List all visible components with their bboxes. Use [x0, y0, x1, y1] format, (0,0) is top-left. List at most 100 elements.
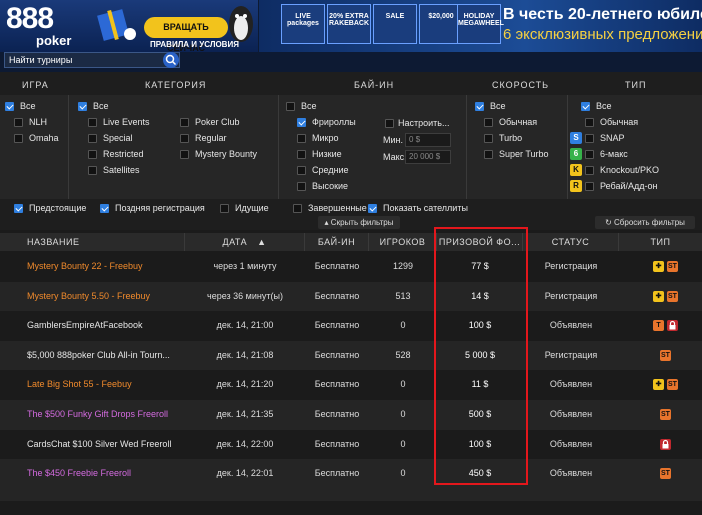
reset-filters-button[interactable]: ↻ Сбросить фильтры — [595, 216, 695, 229]
filter-category-2-label[interactable]: Special — [103, 133, 133, 145]
search-input[interactable]: Найти турниры — [4, 52, 180, 68]
filter-category-3-label[interactable]: Restricted — [103, 149, 144, 161]
col-type[interactable]: ТИП — [619, 233, 702, 251]
filter-type-4-checkbox[interactable] — [585, 166, 594, 175]
filter-buyin-5-label[interactable]: Высокие — [312, 181, 348, 193]
filter-buyin-4-label[interactable]: Средние — [312, 165, 349, 177]
filter-category-0-checkbox[interactable] — [78, 102, 87, 111]
banner-subtitle: 6 эксклюзивных предложени — [503, 26, 702, 43]
filter-type-5-checkbox[interactable] — [585, 182, 594, 191]
search-icon[interactable] — [163, 52, 179, 68]
status-filter-3-checkbox[interactable] — [293, 204, 302, 213]
status-filter-2-checkbox[interactable] — [220, 204, 229, 213]
filter-speed-1-checkbox[interactable] — [484, 118, 493, 127]
filter-buyin-0-label[interactable]: Все — [301, 101, 317, 113]
status-filter-4-label[interactable]: Показать сателлиты — [383, 203, 468, 215]
filter-category-6-checkbox[interactable] — [180, 134, 189, 143]
filter-category-1-label[interactable]: Live Events — [103, 117, 150, 129]
col-buyin[interactable]: БАЙ-ИН — [305, 233, 369, 251]
promo-area[interactable]: 888 poker ВРАЩАТЬ СЕЙЧАС ПРАВИЛА И УСЛОВ… — [0, 0, 258, 53]
filter-category-5-label[interactable]: Poker Club — [195, 117, 240, 129]
filter-type-2-label[interactable]: SNAP — [600, 133, 625, 145]
col-name[interactable]: НАЗВАНИЕ — [0, 233, 185, 251]
satellite-icon: ST — [660, 349, 671, 361]
status-filter-4-checkbox[interactable] — [368, 204, 377, 213]
promo-banner[interactable]: LIVE packages 20% EXTRA RAKEBACK SALE $2… — [259, 0, 702, 52]
filter-buyin-1-checkbox[interactable] — [297, 118, 306, 127]
filter-category-4-checkbox[interactable] — [88, 166, 97, 175]
filter-type-3-label[interactable]: 6-макс — [600, 149, 628, 161]
table-row[interactable]: The $450 Freebie Freeroll дек. 14, 22:01 Б… — [0, 459, 702, 489]
filter-buyin-2-label[interactable]: Микро — [312, 133, 338, 145]
table-row[interactable]: $5,000 888poker Club All-in Tourn... дек.… — [0, 340, 702, 371]
col-players[interactable]: ИГРОКОВ — [369, 233, 437, 251]
divider — [278, 95, 279, 199]
filter-type-2-checkbox[interactable] — [585, 134, 594, 143]
filter-type-0-checkbox[interactable] — [581, 102, 590, 111]
filter-buyin-2-checkbox[interactable] — [297, 134, 306, 143]
table-cell-name: Late Big Shot 55 - Feebuy — [27, 379, 132, 390]
col-date[interactable]: ДАТА ▲ — [185, 233, 305, 251]
filter-game-0-label[interactable]: Все — [20, 101, 36, 113]
table-cell-status: Объявлен — [549, 438, 593, 449]
satellite-icon: ST — [667, 290, 678, 302]
filter-game-2-label[interactable]: Omaha — [29, 133, 59, 145]
status-filter-0-label[interactable]: Предстоящие — [29, 203, 86, 215]
table-row[interactable]: Mystery Bounty 22 - Freebuy через 1 минут… — [0, 252, 702, 282]
filter-buyin-3-checkbox[interactable] — [297, 150, 306, 159]
filter-category-0-label[interactable]: Все — [93, 101, 109, 113]
status-filter-3-label[interactable]: Завершенные — [308, 203, 367, 215]
spin-now-button[interactable]: ВРАЩАТЬ СЕЙЧАС — [144, 17, 228, 53]
filter-category-6-label[interactable]: Regular — [195, 133, 227, 145]
filter-speed-0-label[interactable]: Все — [490, 101, 506, 113]
filter-speed-2-checkbox[interactable] — [484, 134, 493, 143]
table-cell-status: Регистрация — [544, 349, 598, 360]
filter-type-1-checkbox[interactable] — [585, 118, 594, 127]
filter-category-5-checkbox[interactable] — [180, 118, 189, 127]
filter-buyin-0-checkbox[interactable] — [286, 102, 295, 111]
filter-game-2-checkbox[interactable] — [14, 134, 23, 143]
mystery-bounty-icon: ✚ — [653, 261, 664, 272]
filter-speed-0-checkbox[interactable] — [475, 102, 484, 111]
col-status[interactable]: СТАТУС — [523, 233, 619, 251]
filter-category-4-label[interactable]: Satellites — [103, 165, 140, 177]
filter-type-0-label[interactable]: Все — [596, 101, 612, 113]
filter-buyin-3-label[interactable]: Низкие — [312, 149, 342, 161]
table-scroll-area[interactable] — [0, 501, 702, 515]
terms-link[interactable]: ПРАВИЛА И УСЛОВИЯ — [150, 40, 239, 49]
table-row[interactable]: Late Big Shot 55 - Feebuy дек. 14, 21:20 Б… — [0, 370, 702, 400]
status-filter-0-checkbox[interactable] — [14, 204, 23, 213]
filter-buyin-4-checkbox[interactable] — [297, 166, 306, 175]
filter-type-5-label[interactable]: Ребай/Адд-он — [600, 181, 657, 193]
table-row[interactable]: CardsChat $100 Silver Wed Freeroll дек. 1… — [0, 429, 702, 460]
filter-category-2-checkbox[interactable] — [88, 134, 97, 143]
filter-buyin-1-label[interactable]: Фрироллы — [312, 117, 356, 129]
filter-speed-3-checkbox[interactable] — [484, 150, 493, 159]
buyin-custom-checkbox[interactable] — [385, 119, 394, 128]
table-row[interactable]: GamblersEmpireAtFacebook дек. 14, 21:00 Бе… — [0, 311, 702, 341]
filter-category-7-checkbox[interactable] — [180, 150, 189, 159]
hide-filters-button[interactable]: ▴ Скрыть фильтры — [318, 216, 400, 229]
status-filter-1-checkbox[interactable] — [100, 204, 109, 213]
filter-category-7-label[interactable]: Mystery Bounty — [195, 149, 257, 161]
table-row-partial[interactable] — [0, 488, 702, 502]
filter-game-1-checkbox[interactable] — [14, 118, 23, 127]
filter-category-1-checkbox[interactable] — [88, 118, 97, 127]
filter-type-3-checkbox[interactable] — [585, 150, 594, 159]
filter-speed-1-label[interactable]: Обычная — [499, 117, 537, 129]
filter-type-1-label[interactable]: Обычная — [600, 117, 638, 129]
status-filter-2-label[interactable]: Идущие — [235, 203, 269, 215]
status-filter-1-label[interactable]: Поздняя регистрация — [115, 203, 205, 215]
filter-speed-2-label[interactable]: Turbo — [499, 133, 522, 145]
filter-category-3-checkbox[interactable] — [88, 150, 97, 159]
table-row[interactable]: The $500 Funky Gift Drops Freeroll дек. 1… — [0, 400, 702, 430]
filter-game-1-label[interactable]: NLH — [29, 117, 47, 129]
table-row[interactable]: Mystery Bounty 5.50 - Freebuy через 36 ми… — [0, 281, 702, 312]
filter-speed-3-label[interactable]: Super Turbo — [499, 149, 549, 161]
filter-type-4-label[interactable]: Knockout/PKO — [600, 165, 659, 177]
filter-buyin-5-checkbox[interactable] — [297, 182, 306, 191]
buyin-min-input[interactable]: 0 $ — [405, 133, 451, 147]
filter-game-0-checkbox[interactable] — [5, 102, 14, 111]
banner-card: LIVE packages — [281, 4, 325, 44]
buyin-max-input[interactable]: 20 000 $ — [405, 150, 451, 164]
